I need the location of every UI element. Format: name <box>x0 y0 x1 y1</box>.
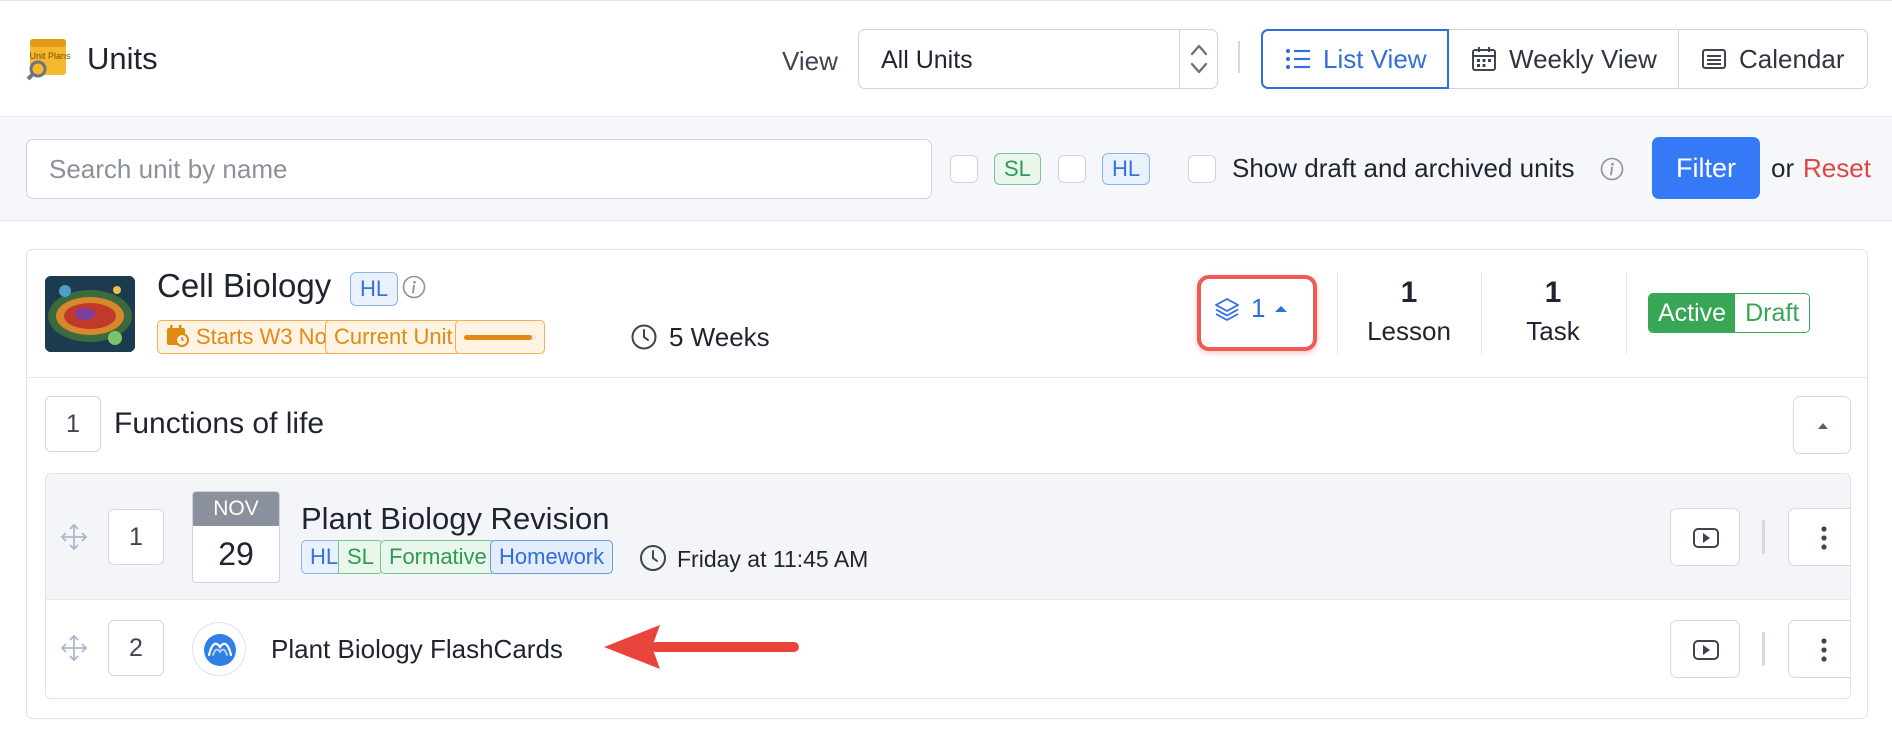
page-header: Unit Plans Units View All Units List Vie… <box>0 0 1892 117</box>
list-item[interactable]: 1 NOV 29 Plant Biology Revision HL SL Fo… <box>46 474 1850 600</box>
show-draft-checkbox[interactable] <box>1188 155 1216 183</box>
info-icon[interactable] <box>1600 157 1624 181</box>
lesson-title[interactable]: Plant Biology Revision <box>301 501 609 537</box>
item-index: 2 <box>108 620 164 676</box>
calendar-view-button[interactable]: Calendar <box>1678 29 1868 89</box>
list-view-button[interactable]: List View <box>1261 29 1449 89</box>
date-badge: NOV 29 <box>192 491 280 583</box>
more-options-button[interactable] <box>1788 508 1850 566</box>
list-item[interactable]: 2 Plant Biology FlashCards <box>46 600 1850 698</box>
status-active[interactable]: Active <box>1649 294 1736 332</box>
clock-icon <box>631 324 657 350</box>
sections-toggle-button[interactable]: 1 <box>1197 275 1317 351</box>
layers-icon <box>1215 297 1239 321</box>
section-items: 1 NOV 29 Plant Biology Revision HL SL Fo… <box>45 473 1851 699</box>
calendar-clock-icon <box>167 325 189 347</box>
filter-button[interactable]: Filter <box>1652 137 1760 199</box>
filter-bar: SL HL Show draft and archived units Filt… <box>0 117 1892 221</box>
sections-count: 1 <box>1251 293 1266 323</box>
action-divider <box>1762 520 1765 554</box>
kebab-menu-icon <box>1821 638 1827 662</box>
reset-link[interactable]: Reset <box>1803 153 1871 184</box>
calendar-list-icon <box>1702 49 1726 69</box>
action-divider <box>1762 632 1765 666</box>
task-count: 1 <box>1544 276 1562 309</box>
show-draft-label: Show draft and archived units <box>1232 153 1575 183</box>
clock-icon <box>640 545 666 571</box>
date-day: 29 <box>218 536 254 572</box>
flashcards-app-icon <box>192 622 246 676</box>
view-select[interactable]: All Units <box>858 29 1218 89</box>
task-label: Task <box>1526 316 1580 346</box>
lesson-count: 1 <box>1400 276 1418 309</box>
task-stat[interactable]: 1 Task <box>1488 276 1618 347</box>
weekly-view-label: Weekly View <box>1509 43 1657 74</box>
calendar-grid-icon <box>1472 47 1496 71</box>
more-options-button[interactable] <box>1788 620 1850 678</box>
annotation-arrow-icon <box>604 625 799 669</box>
svg-text:Unit Plans: Unit Plans <box>29 51 70 61</box>
current-unit-chip: Current Unit <box>325 320 462 354</box>
sl-level-tag: SL <box>994 153 1041 185</box>
lesson-label: Lesson <box>1367 316 1451 346</box>
kebab-menu-icon <box>1821 526 1827 550</box>
status-toggle[interactable]: Active Draft <box>1648 293 1811 333</box>
item-index: 1 <box>108 509 164 565</box>
unit-thumbnail[interactable] <box>45 276 135 352</box>
stat-divider <box>1626 272 1627 354</box>
drag-handle-icon[interactable] <box>60 523 88 551</box>
starts-chip: Starts W3 Nov <box>157 320 347 354</box>
homework-tag: Homework <box>490 540 614 574</box>
status-draft[interactable]: Draft <box>1735 294 1810 332</box>
calendar-view-label: Calendar <box>1739 43 1845 74</box>
present-button[interactable] <box>1670 508 1740 566</box>
view-select-value: All Units <box>881 46 973 74</box>
lesson-time: Friday at 11:45 AM <box>677 546 869 572</box>
unit-duration: 5 Weeks <box>669 322 770 352</box>
hl-checkbox[interactable] <box>1058 155 1086 183</box>
or-text: or <box>1771 153 1795 183</box>
unit-header: Cell Biology HL Starts W3 Nov Current Un… <box>27 250 1867 378</box>
sl-checkbox[interactable] <box>950 155 978 183</box>
caret-up-icon <box>1275 305 1288 312</box>
page-title: Units <box>87 41 158 76</box>
starts-label: Starts W3 Nov <box>196 324 338 349</box>
unit-info-icon[interactable] <box>402 275 426 299</box>
caret-up-icon <box>1818 423 1828 429</box>
stat-divider <box>1481 272 1482 354</box>
lesson-stat[interactable]: 1 Lesson <box>1344 276 1474 347</box>
date-month: NOV <box>193 492 279 526</box>
section-title[interactable]: Functions of life <box>114 407 324 441</box>
section-number: 1 <box>45 396 101 452</box>
header-divider <box>1238 41 1240 73</box>
view-label: View <box>782 46 838 76</box>
unit-progress-bar <box>455 320 545 354</box>
unit-title[interactable]: Cell Biology <box>157 267 331 305</box>
stat-divider <box>1337 272 1338 354</box>
flashcards-title[interactable]: Plant Biology FlashCards <box>271 634 563 665</box>
list-icon <box>1286 49 1310 69</box>
list-view-label: List View <box>1323 43 1427 74</box>
unit-level-tag: HL <box>350 272 399 306</box>
collapse-section-button[interactable] <box>1793 396 1851 454</box>
sl-tag: SL <box>338 540 383 574</box>
present-button[interactable] <box>1670 620 1740 678</box>
drag-handle-icon[interactable] <box>60 634 88 662</box>
unit-card: Cell Biology HL Starts W3 Nov Current Un… <box>26 249 1868 719</box>
play-icon <box>1693 640 1719 660</box>
formative-tag: Formative <box>380 540 496 574</box>
hl-level-tag: HL <box>1102 153 1151 185</box>
search-input[interactable] <box>26 139 932 199</box>
play-icon <box>1693 528 1719 548</box>
select-stepper-icon <box>1179 30 1217 88</box>
unit-plans-logo: Unit Plans <box>26 39 70 81</box>
weekly-view-button[interactable]: Weekly View <box>1448 29 1679 89</box>
